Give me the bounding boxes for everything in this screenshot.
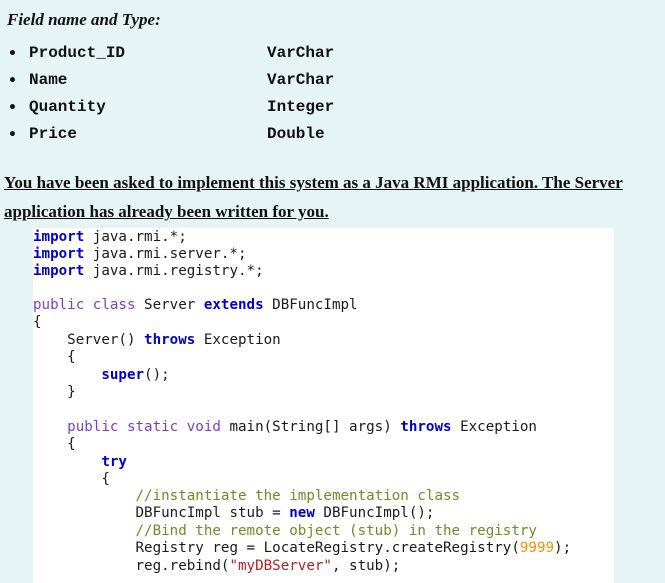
code-text: reg.rebind(	[33, 558, 230, 574]
code-line: public static void main(String[] args) t…	[33, 418, 537, 436]
code-block: import java.rmi.*; import java.rmi.serve…	[33, 228, 614, 583]
code-line: import java.rmi.server.*;	[33, 245, 247, 263]
code-line: reg.rebind("myDBServer", stub);	[33, 557, 400, 575]
code-text: {	[33, 436, 76, 452]
bullet-icon: •	[8, 100, 17, 116]
code-text: {	[33, 314, 42, 330]
code-line: }	[33, 383, 76, 401]
instruction-text: You have been asked to implement this sy…	[4, 173, 623, 221]
code-line: public class Server extends DBFuncImpl	[33, 296, 358, 314]
code-line: super();	[33, 366, 170, 384]
code-line: {	[33, 313, 42, 331]
code-comment: //instantiate the implementation class	[33, 488, 461, 504]
code-keyword: new	[289, 505, 315, 521]
code-text: java.rmi.*;	[84, 229, 187, 245]
code-keyword: import	[33, 246, 85, 262]
bullet-icon: •	[8, 127, 17, 143]
code-text: {	[33, 471, 110, 487]
code-keyword: import	[33, 263, 85, 279]
code-line: {	[33, 470, 110, 488]
code-line: //instantiate the implementation class	[33, 487, 460, 505]
code-line: import java.rmi.*;	[33, 228, 187, 246]
code-keyword: throws	[144, 332, 196, 348]
code-line: import java.rmi.registry.*;	[33, 262, 264, 280]
code-keyword: super	[33, 367, 145, 383]
field-name: Name	[29, 71, 68, 89]
code-text: Exception	[451, 419, 537, 435]
code-line: //Bind the remote object (stub) in the r…	[33, 522, 537, 540]
code-line: try	[33, 453, 127, 471]
code-keyword: import	[33, 229, 85, 245]
code-keyword: extends	[203, 297, 264, 313]
code-line: {	[33, 348, 76, 366]
code-number: 9999	[519, 540, 555, 556]
code-line: {	[33, 435, 76, 453]
field-type: VarChar	[267, 71, 335, 89]
code-text: , stub);	[331, 558, 401, 574]
code-string: "myDBServer"	[229, 558, 332, 574]
field-name: Product_ID	[29, 44, 126, 62]
code-text: }	[33, 384, 76, 400]
code-modifier: public static void	[33, 419, 221, 435]
code-text: Server()	[33, 332, 145, 348]
field-heading: Field name and Type:	[7, 10, 161, 29]
field-name: Quantity	[29, 98, 106, 116]
field-type: Integer	[267, 98, 335, 116]
field-name: Price	[29, 125, 78, 143]
code-text: );	[554, 540, 572, 556]
code-text: Server	[135, 297, 204, 313]
code-text: main(String[] args)	[220, 419, 401, 435]
field-type: Double	[267, 125, 325, 143]
code-keyword: throws	[400, 419, 452, 435]
bullet-icon: •	[8, 73, 17, 89]
code-line: Server() throws Exception	[33, 331, 281, 349]
code-text: Exception	[195, 332, 281, 348]
code-line: Registry reg = LocateRegistry.createRegi…	[33, 539, 571, 557]
code-comment: //Bind the remote object (stub) in the r…	[33, 523, 537, 539]
code-modifier: public class	[33, 297, 136, 313]
code-text: DBFuncImpl stub =	[33, 505, 290, 521]
code-keyword: try	[33, 454, 127, 470]
code-text: Registry reg = LocateRegistry.createRegi…	[33, 540, 520, 556]
code-text: ();	[144, 367, 170, 383]
code-text: DBFuncImpl();	[314, 505, 435, 521]
code-text: DBFuncImpl	[263, 297, 358, 313]
bullet-icon: •	[8, 46, 17, 62]
field-type: VarChar	[267, 44, 335, 62]
code-text: java.rmi.registry.*;	[84, 263, 264, 279]
code-text: java.rmi.server.*;	[84, 246, 247, 262]
code-text: {	[33, 349, 76, 365]
code-line: DBFuncImpl stub = new DBFuncImpl();	[33, 504, 434, 522]
